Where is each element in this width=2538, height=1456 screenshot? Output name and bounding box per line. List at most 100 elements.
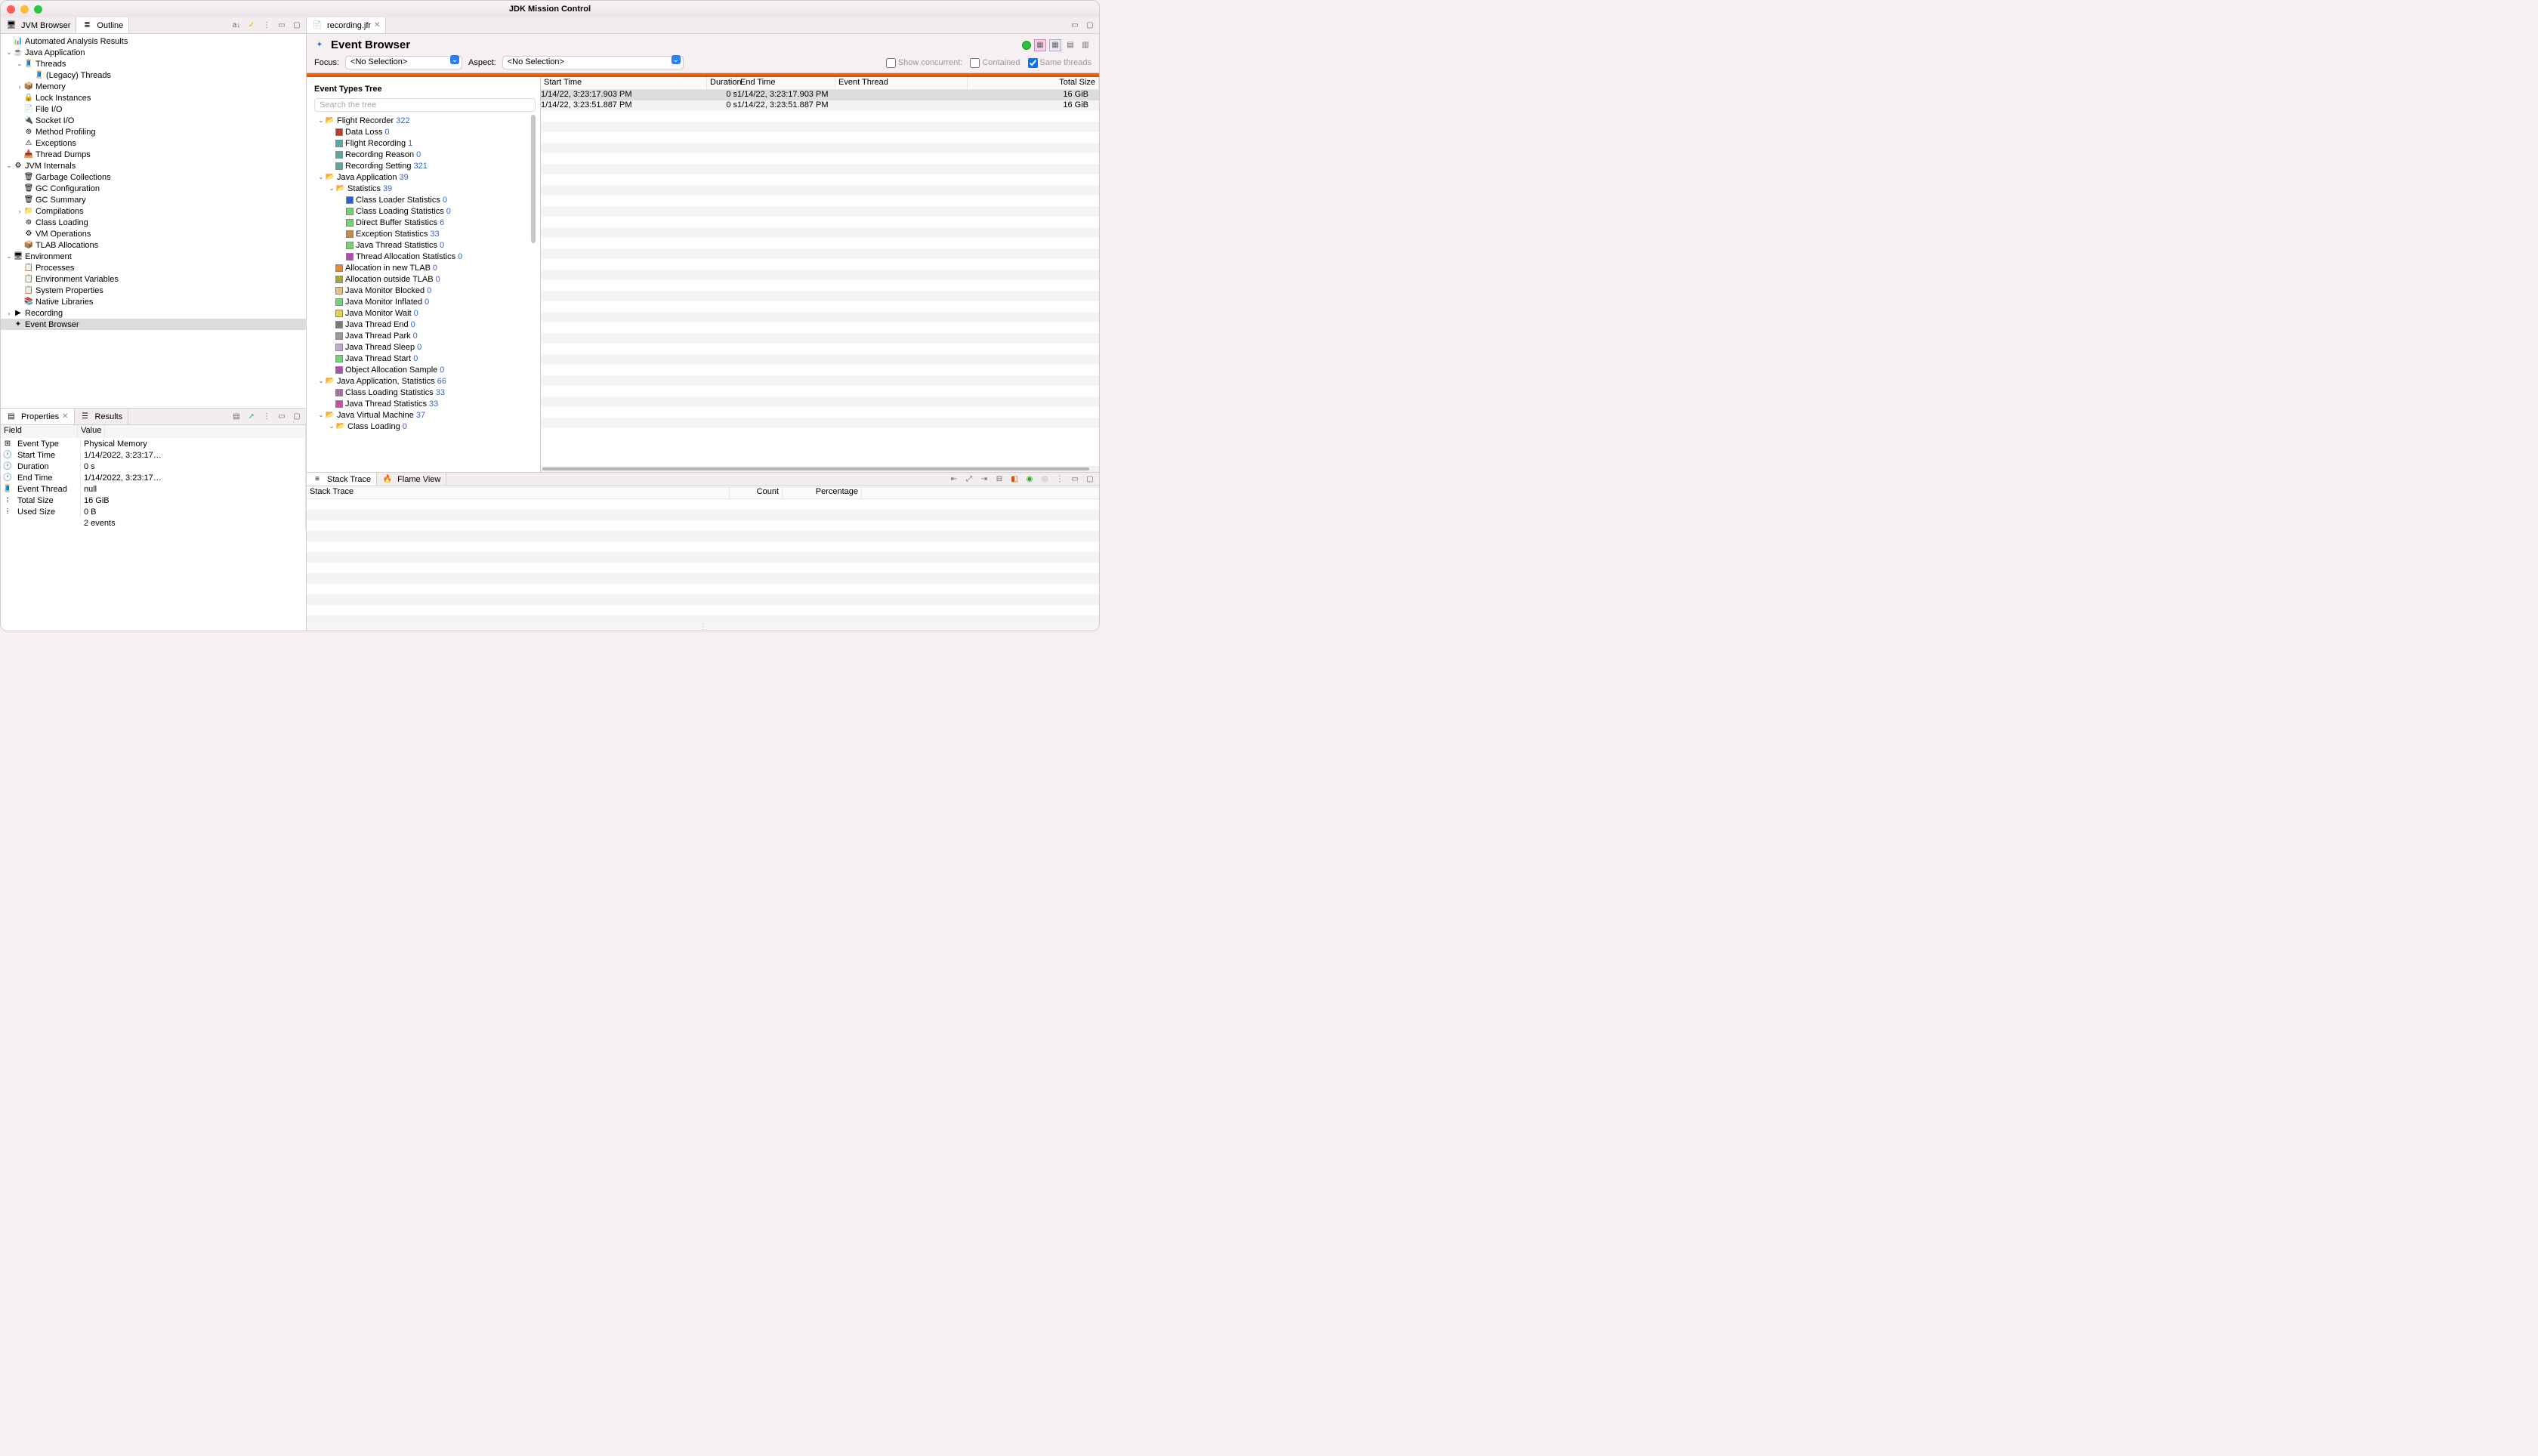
event-type-node[interactable]: Recording Reason0 bbox=[314, 149, 536, 160]
close-window-icon[interactable] bbox=[7, 5, 15, 14]
outline-item[interactable]: ›📦Memory bbox=[1, 81, 306, 92]
twisty-icon[interactable]: ⌄ bbox=[5, 162, 13, 170]
status-ok-icon[interactable] bbox=[1022, 41, 1031, 50]
event-type-node[interactable]: Allocation outside TLAB0 bbox=[314, 273, 536, 285]
event-type-node[interactable]: Class Loading Statistics33 bbox=[314, 387, 536, 398]
event-type-node[interactable]: ⌄📂Java Virtual Machine37 bbox=[314, 409, 536, 421]
twisty-icon[interactable]: › bbox=[16, 83, 23, 91]
event-type-node[interactable]: Java Thread End0 bbox=[314, 319, 536, 330]
twisty-icon[interactable]: ⌄ bbox=[317, 173, 325, 181]
tab-recording[interactable]: 📄 recording.jfr ✕ bbox=[307, 17, 386, 33]
outline-item[interactable]: 📦TLAB Allocations bbox=[1, 239, 306, 251]
twisty-icon[interactable]: ⌄ bbox=[16, 60, 23, 68]
new-prop-icon[interactable]: ▤ bbox=[230, 411, 242, 423]
event-type-node[interactable]: Recording Setting321 bbox=[314, 160, 536, 171]
layout1-icon[interactable]: ▦ bbox=[1034, 39, 1046, 51]
event-row[interactable]: 1/14/22, 3:23:51.887 PM0 s1/14/22, 3:23:… bbox=[541, 100, 1099, 111]
event-type-node[interactable]: Java Monitor Wait0 bbox=[314, 307, 536, 319]
tab-outline[interactable]: ≣ Outline bbox=[76, 17, 129, 33]
outline-item[interactable]: ⊚Method Profiling bbox=[1, 126, 306, 137]
checkmark-icon[interactable]: ✓ bbox=[245, 20, 258, 32]
outline-item[interactable]: ›📁Compilations bbox=[1, 205, 306, 217]
outline-item[interactable]: 📚Native Libraries bbox=[1, 296, 306, 307]
event-type-node[interactable]: Exception Statistics33 bbox=[314, 228, 536, 239]
property-row[interactable]: 🧵Event Threadnull bbox=[1, 483, 306, 495]
outline-item[interactable]: 📊Automated Analysis Results bbox=[1, 35, 306, 47]
event-type-node[interactable]: Class Loading Statistics0 bbox=[314, 205, 536, 217]
outline-item[interactable]: 🧵(Legacy) Threads bbox=[1, 69, 306, 81]
outline-item[interactable]: 📋Processes bbox=[1, 262, 306, 273]
nav-next-icon[interactable]: ⇥ bbox=[978, 474, 990, 486]
outline-item[interactable]: 🗑GC Configuration bbox=[1, 183, 306, 194]
property-row[interactable]: 2 events bbox=[1, 517, 306, 529]
view-menu-icon[interactable]: ⋮ bbox=[1054, 474, 1066, 486]
event-type-node[interactable]: ⌄📂Class Loading0 bbox=[314, 421, 536, 432]
col-duration[interactable]: Duration bbox=[707, 77, 737, 89]
resize-grip[interactable]: ⋮ bbox=[307, 623, 1099, 631]
twisty-icon[interactable]: › bbox=[5, 310, 13, 317]
sort-button-icon[interactable]: a↓ bbox=[230, 20, 242, 32]
twisty-icon[interactable]: ⌄ bbox=[328, 422, 335, 430]
twisty-icon[interactable]: ⌄ bbox=[5, 252, 13, 261]
focus-combo[interactable]: <No Selection> bbox=[345, 56, 462, 69]
col-count[interactable]: Count bbox=[730, 486, 783, 498]
layout3-icon[interactable]: ▤ bbox=[1064, 39, 1076, 51]
tab-jvm-browser[interactable]: 🖥 JVM Browser bbox=[1, 17, 76, 33]
event-type-node[interactable]: Allocation in new TLAB0 bbox=[314, 262, 536, 273]
event-type-node[interactable]: Data Loss0 bbox=[314, 126, 536, 137]
col-stack-trace[interactable]: Stack Trace bbox=[307, 486, 730, 498]
maximize-view-icon[interactable]: ▢ bbox=[291, 411, 303, 423]
event-type-node[interactable]: Java Thread Statistics0 bbox=[314, 239, 536, 251]
close-icon[interactable]: ✕ bbox=[374, 21, 380, 29]
outline-item[interactable]: 🔒Lock Instances bbox=[1, 92, 306, 103]
twisty-icon[interactable]: ⌄ bbox=[317, 377, 325, 385]
filter3-icon[interactable]: ◎ bbox=[1039, 474, 1051, 486]
property-row[interactable]: ⦙Used Size0 B bbox=[1, 506, 306, 517]
outline-item[interactable]: ⊚Class Loading bbox=[1, 217, 306, 228]
event-type-node[interactable]: ⌄📂Java Application, Statistics66 bbox=[314, 375, 536, 387]
outline-item[interactable]: 📋System Properties bbox=[1, 285, 306, 296]
view-menu-icon[interactable]: ⋮ bbox=[261, 20, 273, 32]
col-event-thread[interactable]: Event Thread bbox=[835, 77, 968, 89]
property-row[interactable]: 🕐Start Time1/14/2022, 3:23:17… bbox=[1, 449, 306, 461]
minimize-view-icon[interactable]: ▭ bbox=[276, 20, 288, 32]
event-type-node[interactable]: Direct Buffer Statistics6 bbox=[314, 217, 536, 228]
scrollbar-horizontal[interactable] bbox=[541, 466, 1099, 472]
outline-tree[interactable]: 📊Automated Analysis Results⌄☕Java Applic… bbox=[1, 34, 306, 408]
col-field[interactable]: Field bbox=[1, 425, 78, 438]
outline-item[interactable]: ›▶Recording bbox=[1, 307, 306, 319]
show-concurrent-checkbox[interactable]: Show concurrent: bbox=[886, 58, 963, 68]
outline-item[interactable]: 📄File I/O bbox=[1, 103, 306, 115]
col-start-time[interactable]: Start Time bbox=[541, 77, 707, 89]
nav-fwd-icon[interactable]: ⤢ bbox=[963, 474, 975, 486]
minimize-window-icon[interactable] bbox=[20, 5, 29, 14]
twisty-icon[interactable]: ⌄ bbox=[5, 48, 13, 57]
outline-item[interactable]: ⌄🖥Environment bbox=[1, 251, 306, 262]
outline-item[interactable]: 🗑Garbage Collections bbox=[1, 171, 306, 183]
scrollbar-vertical[interactable] bbox=[531, 115, 536, 243]
outline-item[interactable]: 🗑GC Summary bbox=[1, 194, 306, 205]
view-menu-icon[interactable]: ⋮ bbox=[261, 411, 273, 423]
property-row[interactable]: 🕐End Time1/14/2022, 3:23:17… bbox=[1, 472, 306, 483]
tab-results[interactable]: ☰ Results bbox=[75, 409, 129, 424]
event-type-node[interactable]: Java Thread Start0 bbox=[314, 353, 536, 364]
event-type-node[interactable]: Java Thread Park0 bbox=[314, 330, 536, 341]
minimize-view-icon[interactable]: ▭ bbox=[276, 411, 288, 423]
same-threads-checkbox[interactable]: Same threads bbox=[1028, 58, 1091, 68]
event-type-node[interactable]: ⌄📂Flight Recorder322 bbox=[314, 115, 536, 126]
event-table[interactable]: 1/14/22, 3:23:17.903 PM0 s1/14/22, 3:23:… bbox=[541, 90, 1099, 466]
property-row[interactable]: ⦙Total Size16 GiB bbox=[1, 495, 306, 506]
filter2-icon[interactable]: ◉ bbox=[1024, 474, 1036, 486]
outline-item[interactable]: ⌄⚙JVM Internals bbox=[1, 160, 306, 171]
twisty-icon[interactable]: ⌄ bbox=[317, 411, 325, 419]
outline-item[interactable]: 📥Thread Dumps bbox=[1, 149, 306, 160]
filter1-icon[interactable]: ◧ bbox=[1008, 474, 1020, 486]
outline-item[interactable]: 📋Environment Variables bbox=[1, 273, 306, 285]
twisty-icon[interactable]: › bbox=[16, 208, 23, 215]
tree-icon[interactable]: ⊟ bbox=[993, 474, 1005, 486]
event-row[interactable]: 1/14/22, 3:23:17.903 PM0 s1/14/22, 3:23:… bbox=[541, 90, 1099, 100]
layout4-icon[interactable]: ▥ bbox=[1079, 39, 1091, 51]
twisty-icon[interactable]: ⌄ bbox=[317, 116, 325, 125]
property-row[interactable]: 🕐Duration0 s bbox=[1, 461, 306, 472]
event-type-node[interactable]: ⌄📂Java Application39 bbox=[314, 171, 536, 183]
